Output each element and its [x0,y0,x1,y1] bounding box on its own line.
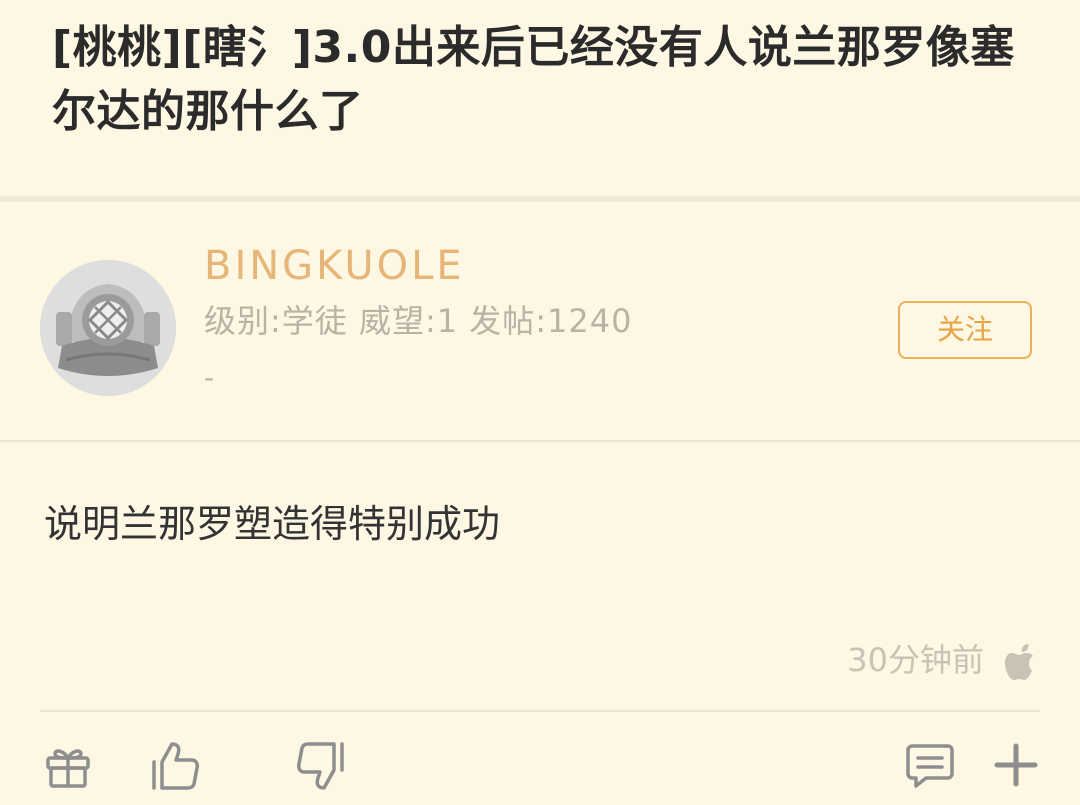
follow-button[interactable]: 关注 [898,301,1032,359]
post-timestamp: 30分钟前 [847,641,984,679]
author-signature: - [204,361,215,394]
comment-icon[interactable] [904,740,956,792]
divider [0,440,1080,442]
diving-helmet-icon [40,260,176,396]
author-meta: 级别:学徒 威望:1 发帖:1240 [204,302,633,340]
gift-icon[interactable] [42,740,94,792]
post-title: [桃桃][瞎氵]3.0出来后已经没有人说兰那罗像塞尔达的那什么了 [52,22,1015,137]
plus-icon[interactable] [990,740,1042,792]
thumbs-down-icon[interactable] [294,740,346,792]
avatar[interactable] [40,260,176,396]
post-body: 说明兰那罗塑造得特别成功 [44,502,501,546]
thumbs-up-icon[interactable] [150,740,202,792]
apple-icon [1004,642,1040,682]
author-username[interactable]: BINGKUOLE [204,238,465,294]
divider [40,710,1040,712]
section-divider [0,196,1080,202]
